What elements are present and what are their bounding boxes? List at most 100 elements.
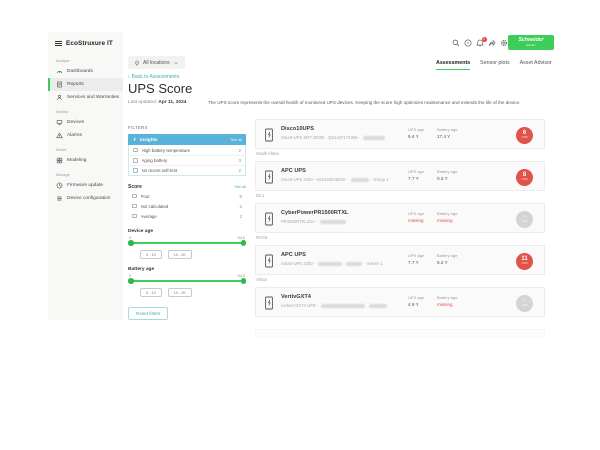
checkbox[interactable] [132, 204, 137, 209]
sidebar-item-label: Modeling [67, 158, 86, 163]
score-option-poor[interactable]: Poor6 [128, 191, 246, 201]
score-option-average[interactable]: Average2 [128, 211, 246, 221]
device-age-range-10-20[interactable]: 10 - 20 [168, 250, 192, 259]
sidebar-item-label: Firmware update [67, 183, 103, 188]
location-selector[interactable]: All locations [128, 56, 185, 69]
device-model: PR1500RTXL2UA - [281, 219, 348, 224]
device-age-slider-handle-min[interactable] [128, 240, 134, 246]
insights-options: High battery temperature2Aging battery3N… [128, 145, 246, 176]
insights-filter-header[interactable]: Insights See all [128, 134, 246, 145]
checkbox[interactable] [132, 214, 137, 219]
score-circle: 6/100 [516, 127, 533, 144]
battery-age-range-0-10[interactable]: 0 - 10 [140, 288, 162, 297]
svg-text:?: ? [467, 41, 470, 46]
battery-age-label: Battery age [437, 253, 457, 258]
checkbox[interactable] [133, 158, 138, 163]
score-option-not-calculated[interactable]: Not calculated2 [128, 201, 246, 211]
battery-age-slider[interactable] [130, 280, 244, 282]
ups-device-icon [264, 128, 274, 142]
ups-age-label: UPS age [408, 127, 424, 132]
tab-sensor-plots[interactable]: Sensor plots [480, 60, 509, 70]
battery-age-label: Battery age [437, 169, 457, 174]
last-updated: Last updated: Apr 11, 2024 [128, 100, 186, 105]
sidebar-nav: AnalyzeDashboardsReportsServices and War… [48, 53, 123, 205]
ups-age-value: 7.7 Y [408, 176, 424, 181]
device-age-slider[interactable] [130, 242, 244, 244]
sidebar-item-label: Devices [67, 120, 84, 125]
sidebar-item-device-configuration[interactable]: Device configuration [48, 192, 123, 205]
score-circle: -/100 [516, 295, 533, 312]
checkbox[interactable] [133, 148, 138, 153]
help-icon[interactable]: ? [464, 39, 472, 47]
redacted-text [363, 136, 385, 140]
reset-filters-button[interactable]: Reset filters [128, 307, 168, 320]
sidebar-item-dashboards[interactable]: Dashboards [48, 65, 123, 78]
score-filter-label: Score [128, 184, 234, 190]
settings-icon[interactable] [500, 39, 508, 47]
location-selector-label: All locations [143, 60, 170, 66]
checkbox[interactable] [133, 168, 138, 173]
ups-device-icon [264, 170, 274, 184]
location-pin-icon [134, 60, 140, 66]
sidebar-item-modeling[interactable]: Modeling [48, 154, 123, 167]
share-icon[interactable] [488, 39, 496, 47]
device-age-slider-handle-max[interactable] [241, 240, 247, 246]
battery-age-label: Battery age [128, 267, 246, 272]
tab-asset-advisor[interactable]: Asset Advisor [520, 60, 552, 70]
sidebar-item-label: Dashboards [67, 69, 93, 74]
back-to-assessments-link[interactable]: ‹ Back to Assessments [128, 74, 179, 80]
model-text: - Server 1 [364, 261, 382, 266]
tab-assessments[interactable]: Assessments [436, 60, 470, 70]
device-card[interactable]: Disco10UPSSmart-UPS SRT 10000 - QS144717… [255, 119, 545, 149]
location-label: Africa [256, 277, 545, 282]
device-card[interactable]: VertivGXT4Liebert GXT4 UPS - UPS age4.9 … [255, 287, 545, 317]
dashboards-icon [56, 68, 63, 75]
device-card[interactable]: APC UPSSmart-UPS 2200 - - Server 1 UPS a… [255, 245, 545, 275]
device-model: Smart-UPS SRT 10000 - QS1447172406 - [281, 135, 387, 140]
battery-age-filter: Battery age 0 54.0 0 - 10 10 - 20 [128, 267, 246, 297]
ups-device-icon [264, 296, 274, 310]
schneider-electric-logo[interactable]: Schneider Electric [508, 35, 554, 50]
device-card[interactable]: APC UPSSmart-UPS 2200 - AS1449246040 - -… [255, 161, 545, 191]
battery-age-slider-handle-max[interactable] [241, 278, 247, 284]
device-age-range-buttons: 0 - 10 10 - 20 [128, 250, 246, 259]
sidebar-item-alarms[interactable]: Alarms [48, 129, 123, 142]
app-root: EcoStruxure IT AnalyzeDashboardsReportsS… [0, 0, 600, 450]
model-text: Liebert GXT4 UPS - [281, 303, 319, 308]
redacted-text [318, 262, 342, 266]
menu-icon[interactable] [55, 41, 62, 46]
filter-option-label: Not calculated [141, 204, 236, 209]
score-see-all-link[interactable]: See all [234, 185, 246, 189]
device-age-range-0-10[interactable]: 0 - 10 [140, 250, 162, 259]
sidebar-section-label: Manage [48, 167, 123, 179]
insight-option-aging-battery[interactable]: Aging battery3 [129, 155, 245, 165]
location-label: RACK [256, 235, 545, 240]
app-logo: EcoStruxure IT [66, 40, 113, 47]
sidebar-item-firmware-update[interactable]: Firmware update [48, 179, 123, 192]
ups-age-column: UPS age7.7 Y [408, 169, 424, 181]
sidebar-item-devices[interactable]: Devices [48, 116, 123, 129]
model-text: PR1500RTXL2UA - [281, 219, 318, 224]
sidebar-item-label: Device configuration [67, 196, 110, 201]
battery-age-range-10-20[interactable]: 10 - 20 [168, 288, 192, 297]
device-card[interactable]: CyberPowerPR1500RTXLPR1500RTXL2UA - UPS … [255, 203, 545, 233]
sidebar-item-services-and-warranties[interactable]: Services and Warranties [48, 91, 123, 104]
model-text: Smart-UPS 2200 - [281, 261, 316, 266]
device-age-filter: Device age 0 54.0 0 - 10 10 - 20 [128, 229, 246, 259]
notifications-icon[interactable]: 4 [476, 39, 484, 47]
page-description: The UPS score represents the overall hea… [208, 100, 560, 106]
filter-option-label: High battery temperature [142, 148, 235, 153]
back-link-label: Back to Assessments [132, 74, 180, 80]
battery-age-slider-handle-min[interactable] [128, 278, 134, 284]
checkbox[interactable] [132, 194, 137, 199]
search-icon[interactable] [452, 39, 460, 47]
insights-see-all-link[interactable]: See all [230, 138, 242, 142]
device-model: Smart-UPS 2200 - AS1449246040 - - Group … [281, 177, 388, 182]
sidebar-item-label: Reports [67, 82, 84, 87]
sidebar-item-reports[interactable]: Reports [48, 78, 123, 91]
ups-device-icon [264, 212, 274, 226]
insight-option-no-recent-self-test[interactable]: No recent self-test2 [129, 165, 245, 175]
filter-option-count: 2 [239, 168, 241, 173]
insight-option-high-battery-temperature[interactable]: High battery temperature2 [129, 145, 245, 155]
filter-option-label: Aging battery [142, 158, 235, 163]
